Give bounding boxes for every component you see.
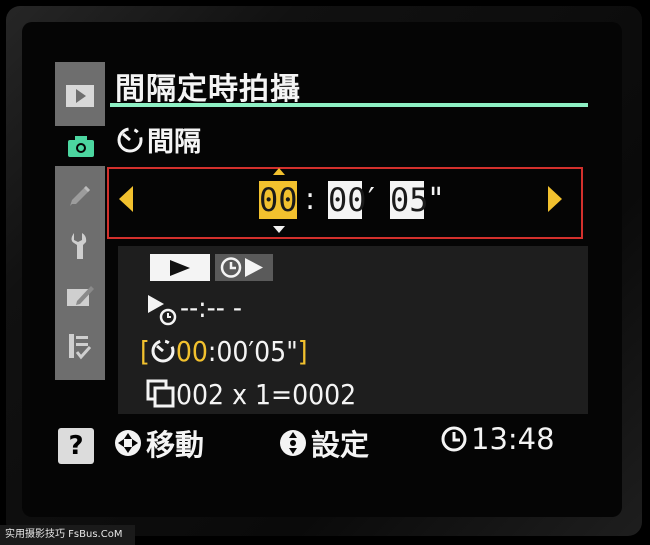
interval-timer-icon xyxy=(151,339,175,363)
pencil-icon xyxy=(70,186,90,206)
menu-sidebar xyxy=(55,62,107,380)
down-arrow-icon[interactable] xyxy=(273,226,285,233)
shots-icon xyxy=(146,379,175,408)
hours-separator: : xyxy=(305,182,316,217)
timer-play-icon xyxy=(220,257,263,278)
wrench-icon xyxy=(71,233,87,259)
self-timer-icon xyxy=(117,127,143,152)
shots-row: 002 x 1=0002 xyxy=(146,378,356,411)
title-underline xyxy=(110,103,588,107)
footer-set: 設定 xyxy=(278,422,369,464)
clock-icon xyxy=(441,426,467,452)
start-time-value: --:-- - xyxy=(180,291,242,324)
help-button[interactable]: ? xyxy=(58,428,94,464)
seconds-field[interactable]: 05 xyxy=(390,181,429,219)
watermark: 实用摄影技巧 FsBus.CoM xyxy=(0,525,135,545)
footer-move: 移動 xyxy=(113,422,204,464)
interval-heading-label: 間隔 xyxy=(147,127,201,158)
bracket-left: [ xyxy=(140,335,150,368)
up-arrow-icon[interactable] xyxy=(273,168,285,175)
shots-value: 002 x 1=0002 xyxy=(176,378,357,411)
footer-set-label: 設定 xyxy=(311,428,370,462)
interval-heading: 間隔 xyxy=(115,120,201,159)
camera-icon xyxy=(68,136,94,157)
page-title: 間隔定時拍攝 xyxy=(115,72,301,107)
sidebar-item-shooting[interactable] xyxy=(55,126,107,166)
retouch-icon xyxy=(67,286,94,306)
my-menu-icon xyxy=(69,334,92,360)
bracket-right: ] xyxy=(297,335,308,368)
multi-selector-move-icon xyxy=(115,430,141,456)
interval-summary-row: [ 00:00′05"] xyxy=(140,335,308,368)
start-now-option[interactable] xyxy=(150,254,210,281)
start-timer-icon xyxy=(148,295,177,326)
footer-clock: 13:48 xyxy=(440,422,555,456)
sidebar-item-setup[interactable] xyxy=(55,226,105,266)
footer-move-label: 移動 xyxy=(146,428,205,462)
hours-field[interactable]: 00 xyxy=(259,181,298,219)
play-icon xyxy=(170,260,190,276)
sidebar-item-retouch[interactable] xyxy=(55,276,105,316)
interval-summary-hours: 00 xyxy=(175,335,208,368)
left-arrow-icon[interactable] xyxy=(119,186,133,212)
multi-selector-set-icon xyxy=(280,430,306,456)
sidebar-item-playback[interactable] xyxy=(55,76,105,116)
seconds-separator: " xyxy=(429,182,443,217)
sidebar-item-my-menu[interactable] xyxy=(55,326,105,366)
sidebar-item-custom[interactable] xyxy=(55,176,105,216)
minutes-separator: ′ xyxy=(368,182,375,217)
start-time-option[interactable] xyxy=(215,254,273,281)
minutes-field[interactable]: 00 xyxy=(328,181,367,219)
right-arrow-icon[interactable] xyxy=(548,186,562,212)
playback-icon xyxy=(66,85,94,107)
interval-summary-rest: :00′05" xyxy=(207,335,298,368)
clock-time: 13:48 xyxy=(471,422,555,456)
start-time-row: --:-- - xyxy=(146,291,242,327)
